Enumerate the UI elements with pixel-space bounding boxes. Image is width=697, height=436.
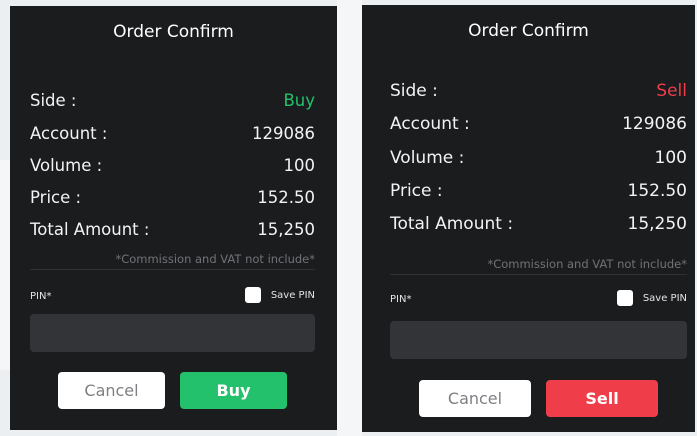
price-value: 152.50 [257,187,315,207]
background-stripe [0,160,10,370]
side-label: Side : [30,90,77,110]
divider [390,274,687,275]
total-amount-label: Total Amount : [390,214,514,234]
account-row: Account : 129086 [30,120,315,146]
price-row: Price : 152.50 [390,178,687,204]
save-pin-label: Save PIN [642,292,687,304]
order-confirm-dialog-sell: Order Confirm Side : Sell Account : 1290… [362,5,695,432]
side-value: Sell [656,81,687,101]
side-value: Buy [283,90,315,110]
save-pin-toggle[interactable]: Save PIN [616,290,687,306]
volume-label: Volume : [390,148,465,168]
price-value: 152.50 [627,181,687,201]
pin-label: PIN* [30,291,52,302]
dialog-title: Order Confirm [468,21,589,41]
volume-row: Volume : 100 [390,145,687,171]
cancel-button[interactable]: Cancel [419,380,531,417]
save-pin-toggle[interactable]: Save PIN [244,287,315,303]
account-value: 129086 [622,114,687,134]
volume-value: 100 [654,148,687,168]
commission-note: *Commission and VAT not include* [115,252,315,266]
buy-button[interactable]: Buy [180,372,287,409]
total-amount-value: 15,250 [257,219,315,239]
side-row: Side : Sell [390,78,687,104]
cancel-button[interactable]: Cancel [58,372,165,409]
price-row: Price : 152.50 [30,184,315,210]
total-amount-row: Total Amount : 15,250 [390,211,687,237]
total-amount-value: 15,250 [627,214,687,234]
pin-label: PIN* [390,294,412,305]
account-label: Account : [390,114,470,134]
account-value: 129086 [252,123,315,143]
background-stripe [337,0,362,436]
sell-button[interactable]: Sell [546,380,658,417]
order-confirm-dialog-buy: Order Confirm Side : Buy Account : 12908… [10,6,337,430]
price-label: Price : [30,187,82,207]
volume-row: Volume : 100 [30,152,315,178]
pin-input[interactable] [390,321,687,359]
pin-input[interactable] [30,314,315,352]
total-amount-row: Total Amount : 15,250 [30,216,315,242]
side-row: Side : Buy [30,87,315,113]
account-label: Account : [30,123,108,143]
account-row: Account : 129086 [390,111,687,137]
price-label: Price : [390,181,443,201]
commission-note: *Commission and VAT not include* [487,257,687,271]
save-pin-label: Save PIN [270,289,315,301]
volume-value: 100 [283,155,316,175]
volume-label: Volume : [30,155,103,175]
save-pin-checkbox[interactable] [244,287,261,303]
total-amount-label: Total Amount : [30,219,150,239]
dialog-title: Order Confirm [113,22,234,42]
divider [30,269,315,270]
save-pin-checkbox[interactable] [616,290,633,306]
side-label: Side : [390,81,438,101]
